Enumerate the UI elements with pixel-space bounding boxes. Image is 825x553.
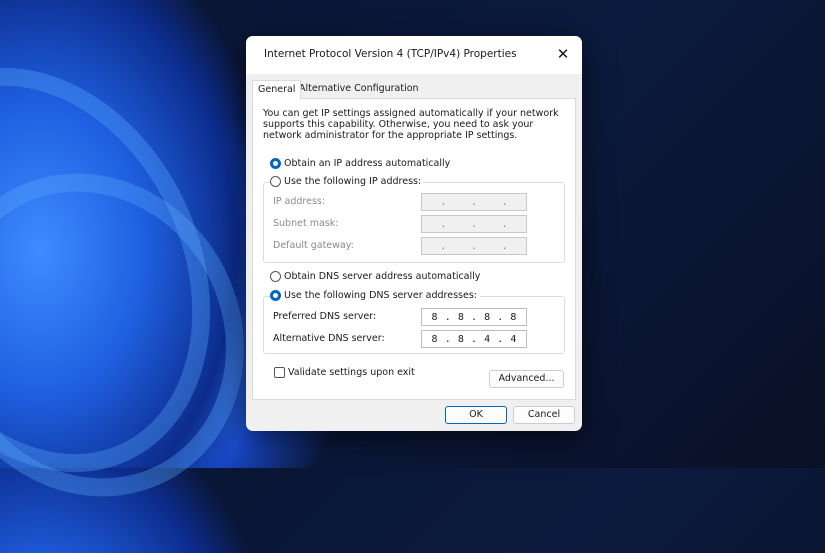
ip-manual-radio[interactable]: Use the following IP address: bbox=[270, 176, 425, 187]
dns-auto-radio[interactable]: Obtain DNS server address automatically bbox=[270, 271, 480, 282]
ip-auto-radio[interactable]: Obtain an IP address automatically bbox=[270, 158, 450, 169]
ipv4-properties-dialog: Internet Protocol Version 4 (TCP/IPv4) P… bbox=[246, 36, 582, 431]
dialog-title: Internet Protocol Version 4 (TCP/IPv4) P… bbox=[264, 48, 517, 60]
description-text: You can get IP settings assigned automat… bbox=[263, 108, 559, 141]
validate-label: Validate settings upon exit bbox=[288, 367, 415, 378]
radio-icon bbox=[270, 271, 281, 282]
dns-manual-label: Use the following DNS server addresses: bbox=[284, 290, 477, 301]
close-icon[interactable]: ✕ bbox=[552, 44, 574, 64]
ip-address-field[interactable]: ... bbox=[421, 193, 527, 211]
alternative-dns-field[interactable]: 8.8.4.4 bbox=[421, 330, 527, 348]
preferred-dns-label: Preferred DNS server: bbox=[273, 311, 377, 322]
dns-auto-label: Obtain DNS server address automatically bbox=[284, 271, 481, 282]
ok-button[interactable]: OK bbox=[445, 406, 507, 424]
ip-manual-label: Use the following IP address: bbox=[284, 176, 422, 187]
subnet-mask-field[interactable]: ... bbox=[421, 215, 527, 233]
radio-selected-icon bbox=[270, 290, 281, 301]
preferred-dns-field[interactable]: 8.8.8.8 bbox=[421, 308, 527, 326]
tab-alternative-configuration[interactable]: Alternative Configuration bbox=[294, 80, 424, 98]
general-panel: You can get IP settings assigned automat… bbox=[252, 98, 576, 400]
dns-manual-radio[interactable]: Use the following DNS server addresses: bbox=[270, 290, 480, 301]
tab-general[interactable]: General bbox=[252, 80, 302, 99]
subnet-mask-label: Subnet mask: bbox=[273, 218, 339, 229]
title-bar: Internet Protocol Version 4 (TCP/IPv4) P… bbox=[246, 36, 582, 74]
validate-checkbox[interactable]: Validate settings upon exit bbox=[274, 367, 415, 378]
alternative-dns-label: Alternative DNS server: bbox=[273, 333, 385, 344]
default-gateway-label: Default gateway: bbox=[273, 240, 354, 251]
advanced-button[interactable]: Advanced... bbox=[489, 370, 564, 388]
cancel-button[interactable]: Cancel bbox=[513, 406, 575, 424]
ip-address-label: IP address: bbox=[273, 196, 326, 207]
checkbox-icon bbox=[274, 367, 285, 378]
radio-selected-icon bbox=[270, 158, 281, 169]
default-gateway-field[interactable]: ... bbox=[421, 237, 527, 255]
ip-auto-label: Obtain an IP address automatically bbox=[284, 158, 451, 169]
radio-icon bbox=[270, 176, 281, 187]
